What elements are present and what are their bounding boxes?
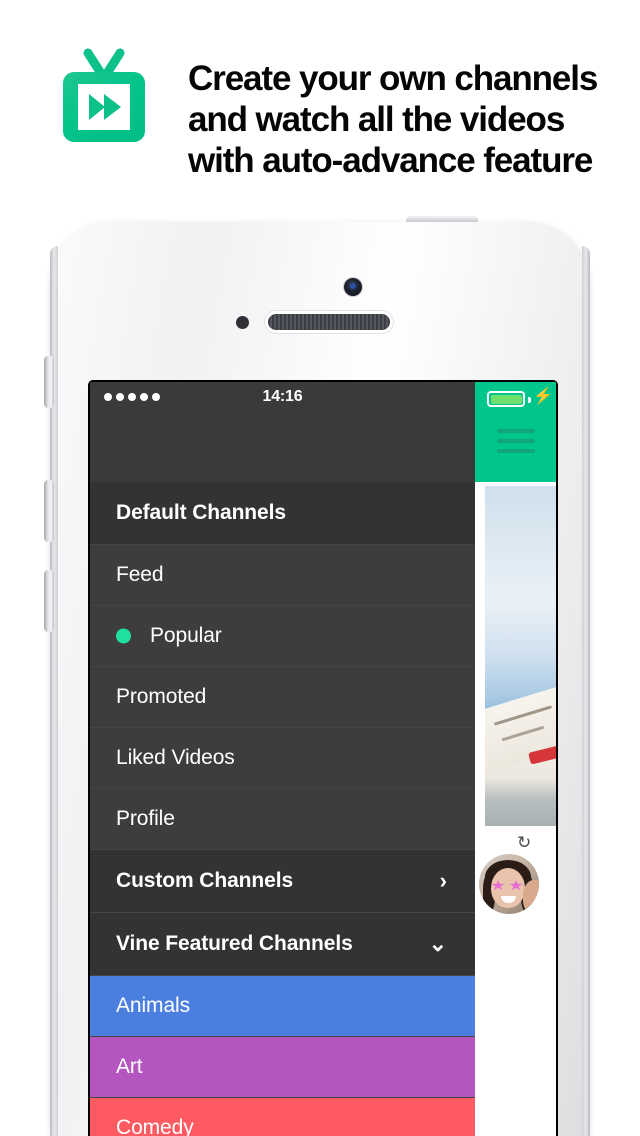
star-sunglasses-icon xyxy=(491,880,525,891)
revine-icon[interactable]: ↻ xyxy=(517,834,531,851)
battery-icon xyxy=(487,391,531,407)
fast-forward-icon xyxy=(89,94,121,120)
proximity-sensor xyxy=(236,316,249,329)
promo-headline-line-3: with auto-advance feature xyxy=(188,141,593,180)
status-bar-clock: 14:16 xyxy=(262,388,303,405)
sidebar-channel-art[interactable]: Art xyxy=(90,1037,475,1098)
earpiece-speaker xyxy=(268,314,390,330)
promo-headline: Create your own channels and watch all t… xyxy=(188,58,608,181)
sidebar-item-label: Feed xyxy=(116,563,164,586)
mute-switch[interactable] xyxy=(44,356,54,408)
sidebar-header-label: Vine Featured Channels xyxy=(116,932,353,955)
sidebar-item-label: Popular xyxy=(150,624,222,647)
sidebar-header-label: Custom Channels xyxy=(116,869,294,892)
active-indicator-dot xyxy=(116,628,131,644)
sidebar-header-vine-featured-channels[interactable]: Vine Featured Channels ⌄ xyxy=(90,913,475,976)
sidebar-header-custom-channels[interactable]: Custom Channels › xyxy=(90,850,475,913)
video-content-panel[interactable]: ↻ xyxy=(475,482,556,1136)
promo-headline-line-1: Create your own channels xyxy=(188,59,598,98)
phone-screen: 14:16 ⚡ ↻ Default Channels Feed Popular … xyxy=(88,380,558,1136)
volume-up-button[interactable] xyxy=(44,480,54,542)
sidebar-item-label: Liked Videos xyxy=(116,746,235,769)
chevron-right-icon[interactable]: › xyxy=(440,868,447,894)
app-viewport: 14:16 ⚡ ↻ Default Channels Feed Popular … xyxy=(90,382,556,1136)
drawer-toggle-panel[interactable]: ⚡ xyxy=(475,382,556,482)
sidebar-channel-animals[interactable]: Animals xyxy=(90,976,475,1037)
phone-right-edge xyxy=(582,246,590,1136)
sidebar-drawer: Default Channels Feed Popular Promoted L… xyxy=(90,416,475,1136)
promo-header: Create your own channels and watch all t… xyxy=(0,0,640,210)
sidebar-header-label: Default Channels xyxy=(116,501,286,524)
user-avatar[interactable] xyxy=(479,854,539,914)
front-camera xyxy=(344,278,362,296)
hamburger-menu-icon[interactable] xyxy=(497,429,535,459)
sidebar-header-default-channels: Default Channels xyxy=(90,482,475,545)
sidebar-item-liked-videos[interactable]: Liked Videos xyxy=(90,728,475,789)
tv-screen xyxy=(78,84,130,130)
phone-mockup: 14:16 ⚡ ↻ Default Channels Feed Popular … xyxy=(38,216,602,1136)
sidebar-item-label: Profile xyxy=(116,807,175,830)
sidebar-channel-label: Animals xyxy=(116,994,190,1017)
volume-down-button[interactable] xyxy=(44,570,54,632)
sidebar-item-promoted[interactable]: Promoted xyxy=(90,667,475,728)
promo-headline-line-2: and watch all the videos xyxy=(188,100,565,139)
drawer-top-spacer xyxy=(90,416,475,482)
sidebar-channel-label: Comedy xyxy=(116,1116,194,1136)
sidebar-item-feed[interactable]: Feed xyxy=(90,545,475,606)
charging-bolt-icon: ⚡ xyxy=(533,388,553,405)
tv-fast-forward-icon xyxy=(63,46,145,142)
sidebar-channel-label: Art xyxy=(116,1055,143,1078)
sidebar-item-label: Promoted xyxy=(116,685,207,708)
sidebar-item-popular[interactable]: Popular xyxy=(90,606,475,667)
tv-body xyxy=(63,72,145,142)
sidebar-item-profile[interactable]: Profile xyxy=(90,789,475,850)
video-thumbnail[interactable] xyxy=(485,486,556,826)
chevron-down-icon[interactable]: ⌄ xyxy=(429,931,447,957)
sidebar-channel-comedy[interactable]: Comedy xyxy=(90,1098,475,1136)
